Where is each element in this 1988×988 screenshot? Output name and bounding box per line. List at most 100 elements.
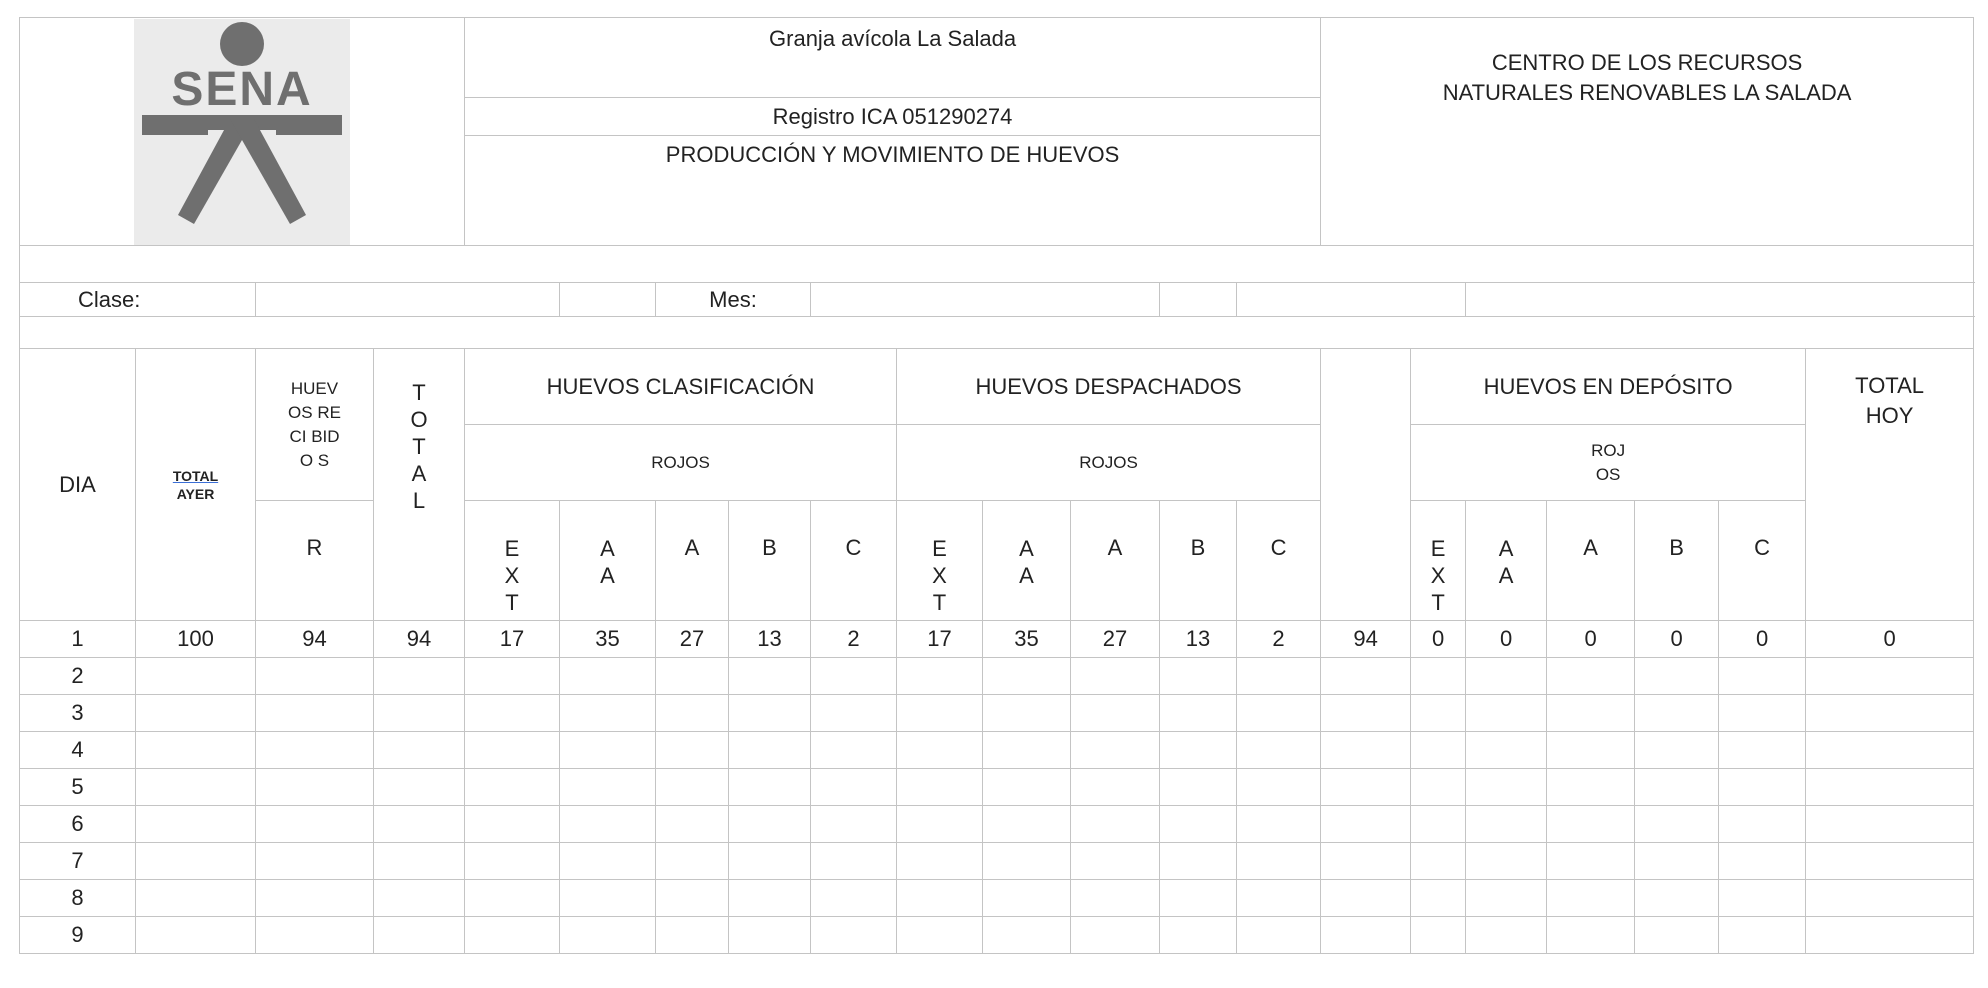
value-cell[interactable] bbox=[1235, 842, 1322, 880]
value-cell[interactable] bbox=[1634, 916, 1720, 954]
value-cell[interactable] bbox=[255, 657, 374, 695]
value-cell[interactable] bbox=[373, 694, 465, 732]
value-cell[interactable] bbox=[1410, 694, 1467, 732]
value-cell[interactable] bbox=[373, 916, 465, 954]
value-cell[interactable] bbox=[982, 731, 1071, 769]
value-cell[interactable] bbox=[728, 916, 811, 954]
value-cell[interactable] bbox=[559, 879, 656, 917]
value-cell[interactable] bbox=[1320, 731, 1412, 769]
value-cell[interactable] bbox=[1159, 842, 1237, 880]
value-cell[interactable] bbox=[373, 657, 465, 695]
value-cell[interactable]: 94 bbox=[255, 620, 374, 658]
value-cell[interactable] bbox=[655, 657, 729, 695]
value-cell[interactable] bbox=[1546, 879, 1636, 917]
value-cell[interactable] bbox=[1235, 879, 1322, 917]
value-cell[interactable] bbox=[1805, 694, 1975, 732]
value-cell[interactable] bbox=[728, 842, 811, 880]
value-cell[interactable] bbox=[464, 805, 560, 843]
value-cell[interactable] bbox=[1805, 657, 1975, 695]
value-cell[interactable]: 0 bbox=[1805, 620, 1975, 658]
value-cell[interactable] bbox=[1718, 916, 1807, 954]
value-cell[interactable] bbox=[896, 731, 983, 769]
value-cell[interactable] bbox=[1070, 768, 1160, 806]
value-cell[interactable] bbox=[1634, 879, 1720, 917]
value-cell[interactable] bbox=[1546, 731, 1636, 769]
value-cell[interactable] bbox=[559, 731, 656, 769]
value-cell[interactable] bbox=[464, 657, 560, 695]
value-cell[interactable] bbox=[1235, 768, 1322, 806]
value-cell[interactable] bbox=[1634, 805, 1720, 843]
clase-field[interactable] bbox=[255, 282, 560, 317]
value-cell[interactable] bbox=[255, 842, 374, 880]
value-cell[interactable] bbox=[728, 657, 811, 695]
value-cell[interactable]: 0 bbox=[1410, 620, 1467, 658]
value-cell[interactable] bbox=[1159, 768, 1237, 806]
value-cell[interactable] bbox=[1718, 805, 1807, 843]
value-cell[interactable] bbox=[896, 657, 983, 695]
value-cell[interactable]: 17 bbox=[896, 620, 983, 658]
value-cell[interactable] bbox=[1235, 916, 1322, 954]
value-cell[interactable]: 100 bbox=[135, 620, 256, 658]
value-cell[interactable] bbox=[896, 768, 983, 806]
value-cell[interactable] bbox=[982, 694, 1071, 732]
value-cell[interactable] bbox=[728, 768, 811, 806]
value-cell[interactable] bbox=[559, 768, 656, 806]
value-cell[interactable] bbox=[1465, 842, 1548, 880]
value-cell[interactable] bbox=[655, 842, 729, 880]
value-cell[interactable] bbox=[728, 731, 811, 769]
value-cell[interactable] bbox=[1805, 916, 1975, 954]
value-cell[interactable] bbox=[1410, 805, 1467, 843]
value-cell[interactable] bbox=[982, 768, 1071, 806]
value-cell[interactable] bbox=[810, 694, 897, 732]
value-cell[interactable] bbox=[655, 694, 729, 732]
value-cell[interactable]: 0 bbox=[1465, 620, 1548, 658]
value-cell[interactable] bbox=[135, 731, 256, 769]
value-cell[interactable] bbox=[1320, 768, 1412, 806]
value-cell[interactable] bbox=[464, 842, 560, 880]
value-cell[interactable] bbox=[559, 657, 656, 695]
value-cell[interactable]: 2 bbox=[810, 620, 897, 658]
value-cell[interactable] bbox=[1070, 805, 1160, 843]
value-cell[interactable] bbox=[1634, 842, 1720, 880]
value-cell[interactable] bbox=[1634, 731, 1720, 769]
value-cell[interactable] bbox=[1546, 694, 1636, 732]
value-cell[interactable] bbox=[655, 916, 729, 954]
value-cell[interactable] bbox=[1159, 731, 1237, 769]
value-cell[interactable] bbox=[559, 805, 656, 843]
value-cell[interactable] bbox=[1805, 731, 1975, 769]
value-cell[interactable] bbox=[1718, 842, 1807, 880]
value-cell[interactable] bbox=[1634, 657, 1720, 695]
value-cell[interactable] bbox=[1320, 657, 1412, 695]
value-cell[interactable] bbox=[135, 805, 256, 843]
value-cell[interactable]: 17 bbox=[464, 620, 560, 658]
value-cell[interactable] bbox=[1546, 916, 1636, 954]
value-cell[interactable] bbox=[1465, 694, 1548, 732]
value-cell[interactable] bbox=[810, 879, 897, 917]
value-cell[interactable] bbox=[1634, 768, 1720, 806]
value-cell[interactable]: 35 bbox=[559, 620, 656, 658]
value-cell[interactable] bbox=[373, 842, 465, 880]
value-cell[interactable] bbox=[1410, 768, 1467, 806]
value-cell[interactable] bbox=[1410, 842, 1467, 880]
value-cell[interactable] bbox=[1410, 879, 1467, 917]
value-cell[interactable] bbox=[1159, 694, 1237, 732]
value-cell[interactable] bbox=[1718, 879, 1807, 917]
value-cell[interactable] bbox=[1410, 916, 1467, 954]
value-cell[interactable] bbox=[1235, 805, 1322, 843]
value-cell[interactable] bbox=[1320, 805, 1412, 843]
value-cell[interactable] bbox=[373, 805, 465, 843]
value-cell[interactable] bbox=[1070, 916, 1160, 954]
value-cell[interactable] bbox=[1235, 731, 1322, 769]
value-cell[interactable] bbox=[1410, 657, 1467, 695]
value-cell[interactable] bbox=[982, 916, 1071, 954]
value-cell[interactable] bbox=[464, 694, 560, 732]
value-cell[interactable] bbox=[728, 694, 811, 732]
value-cell[interactable] bbox=[982, 805, 1071, 843]
value-cell[interactable] bbox=[1546, 805, 1636, 843]
value-cell[interactable] bbox=[135, 879, 256, 917]
value-cell[interactable]: 13 bbox=[728, 620, 811, 658]
value-cell[interactable] bbox=[1805, 879, 1975, 917]
value-cell[interactable] bbox=[1235, 694, 1322, 732]
value-cell[interactable]: 0 bbox=[1546, 620, 1636, 658]
mes-field[interactable] bbox=[810, 282, 1160, 317]
